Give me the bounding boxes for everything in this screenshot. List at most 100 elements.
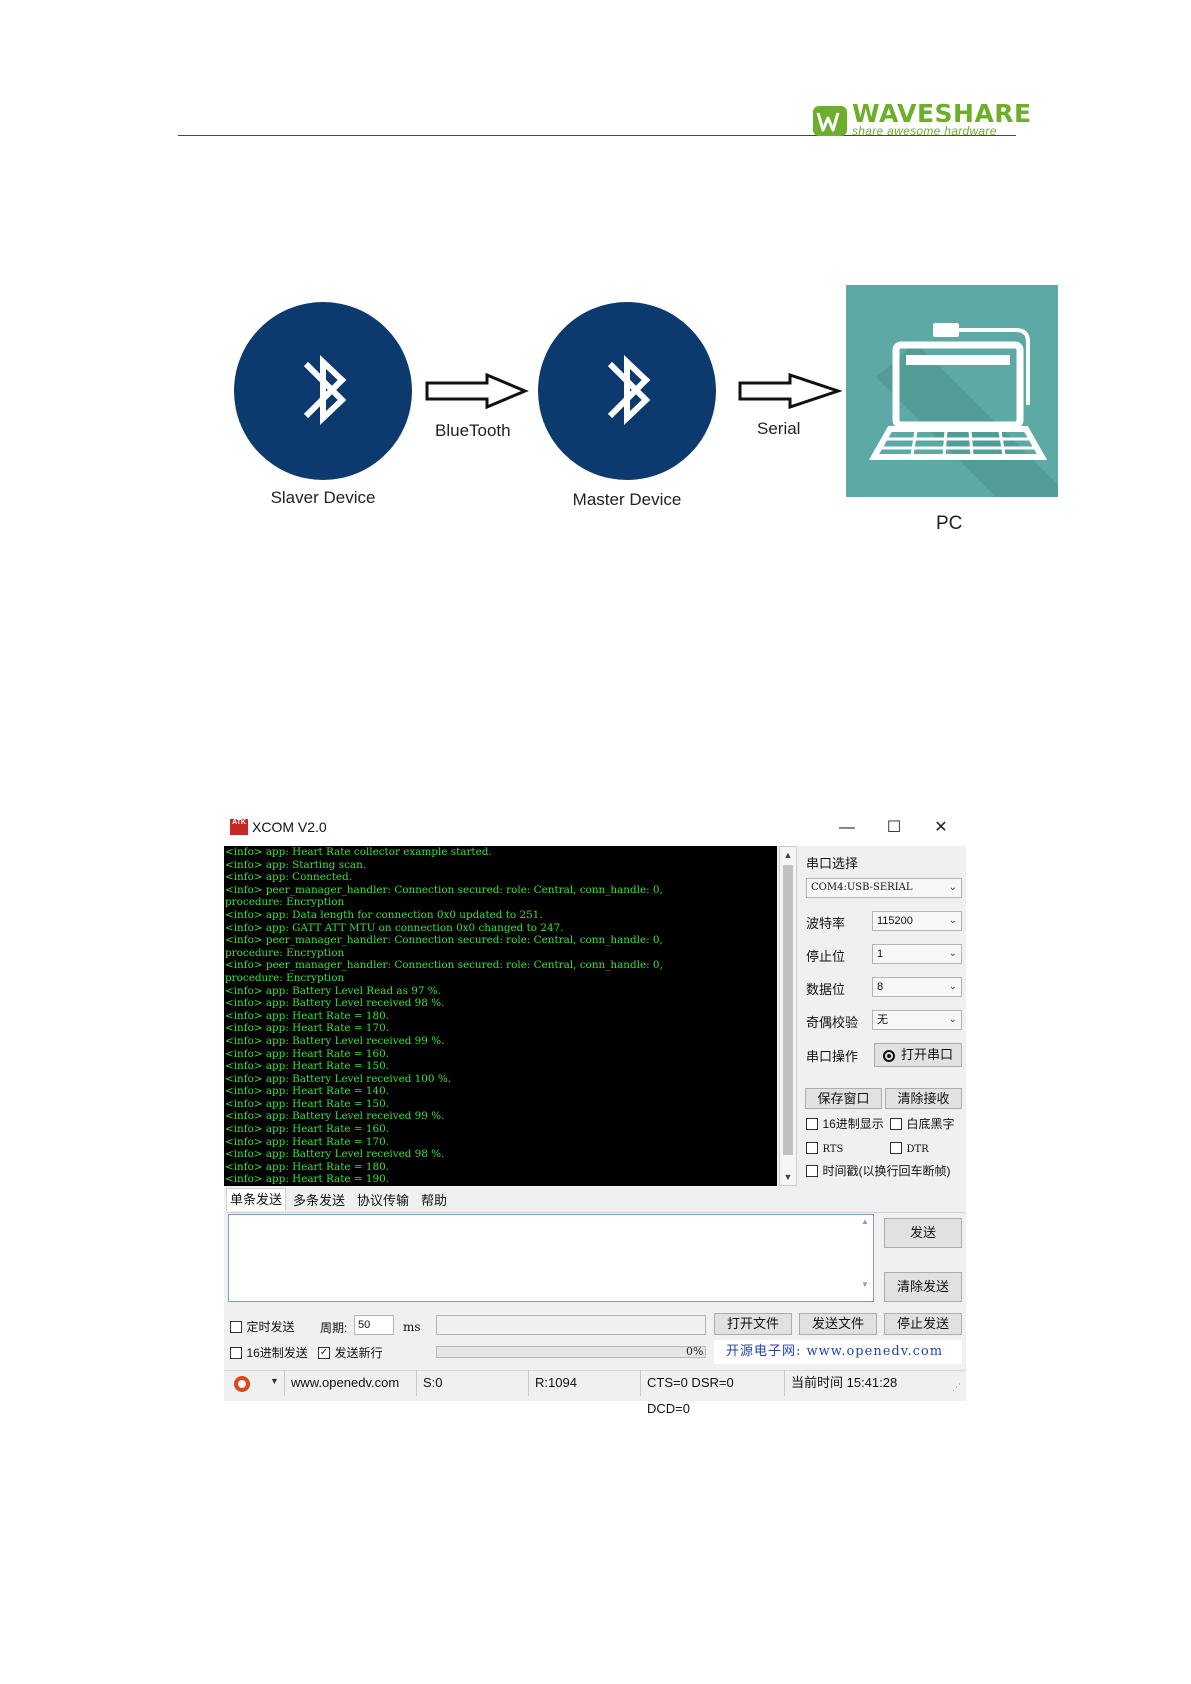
window-title: XCOM V2.0 xyxy=(252,819,327,835)
rts-option[interactable]: RTS xyxy=(806,1139,843,1157)
status-signals: CTS=0 DSR=0 DCD=0 xyxy=(640,1370,780,1416)
chevron-down-icon: ⌄ xyxy=(948,915,957,926)
status-time: 当前时间 15:41:28 xyxy=(784,1370,954,1396)
checkbox-icon[interactable] xyxy=(890,1117,902,1130)
maximize-icon[interactable]: ☐ xyxy=(879,816,909,840)
port-select[interactable]: COM4:USB-SERIAL ⌄ xyxy=(806,878,962,898)
dropdown-arrow-icon[interactable]: ▼ xyxy=(270,1376,279,1386)
terminal-line: <info> app: Connected. xyxy=(225,871,352,884)
send-input[interactable]: ▲ ▼ xyxy=(228,1214,874,1302)
send-button[interactable]: 发送 xyxy=(884,1218,962,1248)
parity-label: 奇偶校验 xyxy=(806,1015,859,1030)
open-port-button[interactable]: 打开串口 xyxy=(874,1043,962,1067)
white-bg-option[interactable]: 白底黑字 xyxy=(890,1115,954,1133)
radio-icon xyxy=(882,1049,895,1062)
atom-logo-icon[interactable] xyxy=(234,1376,250,1392)
clear-receive-button[interactable]: 清除接收 xyxy=(885,1088,962,1109)
terminal-line: <info> app: Data length for connection 0… xyxy=(225,908,543,921)
dtr-option[interactable]: DTR xyxy=(890,1139,929,1157)
dtr-label: DTR xyxy=(906,1144,929,1155)
send-file-button[interactable]: 发送文件 xyxy=(799,1313,877,1335)
open-port-label: 打开串口 xyxy=(900,1047,953,1062)
terminal-line: procedure: Encryption xyxy=(225,896,345,909)
open-file-button[interactable]: 打开文件 xyxy=(714,1313,792,1335)
receive-terminal[interactable]: <info> app: Heart Rate collector example… xyxy=(224,846,777,1186)
chevron-down-icon: ⌄ xyxy=(948,882,957,893)
checkbox-icon[interactable] xyxy=(806,1141,818,1154)
terminal-line: <info> app: Heart Rate = 170. xyxy=(225,1135,390,1148)
status-url[interactable]: www.openedv.com xyxy=(284,1370,404,1396)
terminal-line: <info> app: Heart Rate = 190. xyxy=(225,1173,390,1186)
minimize-icon[interactable]: — xyxy=(832,816,862,840)
terminal-line: <info> app: Heart Rate = 140. xyxy=(225,1085,390,1098)
scrollbar-thumb[interactable] xyxy=(783,865,793,1155)
period-label: 周期: xyxy=(320,1321,348,1335)
save-window-button[interactable]: 保存窗口 xyxy=(805,1088,882,1109)
checkbox-icon[interactable] xyxy=(806,1117,818,1130)
checkbox-checked-icon[interactable]: ✓ xyxy=(318,1346,330,1359)
checkbox-icon[interactable] xyxy=(230,1346,242,1359)
terminal-line: <info> app: Heart Rate = 150. xyxy=(225,1097,390,1110)
clear-send-button[interactable]: 清除发送 xyxy=(884,1272,962,1302)
close-icon[interactable]: ✕ xyxy=(926,816,956,840)
resize-grip-icon[interactable]: ⋰ xyxy=(952,1382,961,1393)
period-input[interactable]: 50 xyxy=(354,1315,394,1335)
status-sent: S:0 xyxy=(416,1370,516,1396)
scroll-down-icon[interactable]: ▼ xyxy=(782,1170,794,1184)
send-scrollbar[interactable]: ▲ ▼ xyxy=(859,1217,871,1299)
serial-label: Serial xyxy=(757,419,801,438)
tab-protocol[interactable]: 协议传输 xyxy=(354,1190,412,1212)
port-select-value: COM4:USB-SERIAL xyxy=(811,882,913,893)
parity-select[interactable]: 无 ⌄ xyxy=(872,1010,962,1030)
terminal-line: <info> app: Battery Level Read as 97 %. xyxy=(225,984,441,997)
arrow-right-icon xyxy=(738,373,842,409)
terminal-scrollbar[interactable]: ▲ ▼ xyxy=(779,846,797,1186)
hex-display-label: 16进制显示 xyxy=(822,1117,884,1131)
port-op-label: 串口操作 xyxy=(806,1049,859,1064)
terminal-line: <info> app: Heart Rate = 180. xyxy=(225,1009,390,1022)
terminal-line: <info> app: Battery Level received 98 %. xyxy=(225,997,445,1010)
timed-send-label: 定时发送 xyxy=(246,1320,295,1334)
hex-send-label: 16进制发送 xyxy=(246,1346,308,1360)
status-received: R:1094 xyxy=(528,1370,632,1396)
timed-send-option[interactable]: 定时发送 xyxy=(230,1318,294,1336)
terminal-line: <info> app: Heart Rate collector example… xyxy=(225,846,492,858)
period-unit: ms xyxy=(403,1320,421,1334)
pc-node xyxy=(846,285,1058,497)
tab-multi-send[interactable]: 多条发送 xyxy=(290,1190,348,1212)
hex-display-option[interactable]: 16进制显示 xyxy=(806,1115,884,1133)
stop-bits-select[interactable]: 1 ⌄ xyxy=(872,944,962,964)
terminal-line: <info> peer_manager_handler: Connection … xyxy=(225,934,663,947)
data-bits-select[interactable]: 8 ⌄ xyxy=(872,977,962,997)
terminal-line: <info> app: GATT ATT MTU on connection 0… xyxy=(225,921,564,934)
terminal-line: <info> app: Heart Rate = 150. xyxy=(225,1060,390,1073)
scroll-up-icon[interactable]: ▲ xyxy=(782,848,794,862)
terminal-line: procedure: Encryption xyxy=(225,971,345,984)
rts-label: RTS xyxy=(822,1144,844,1155)
xcom-window: ATK XCOM V2.0 — ☐ ✕ <info> app: Heart Ra… xyxy=(224,810,966,1416)
chevron-down-icon: ⌄ xyxy=(948,948,957,959)
terminal-line: <info> app: Heart Rate = 160. xyxy=(225,1047,390,1060)
terminal-line: <info> app: Battery Level received 99 %. xyxy=(225,1110,445,1123)
baud-select[interactable]: 115200 ⌄ xyxy=(872,911,962,931)
terminal-line: <info> peer_manager_handler: Connection … xyxy=(225,959,663,972)
timestamp-option[interactable]: 时间戳(以换行回车断帧) xyxy=(806,1162,950,1180)
stop-send-button[interactable]: 停止发送 xyxy=(884,1313,962,1335)
checkbox-icon[interactable] xyxy=(806,1164,818,1177)
file-path-input[interactable] xyxy=(436,1315,706,1335)
tab-single-send[interactable]: 单条发送 xyxy=(226,1188,287,1211)
checkbox-icon[interactable] xyxy=(230,1320,242,1333)
terminal-line: <info> app: Heart Rate = 170. xyxy=(225,1022,390,1035)
white-bg-label: 白底黑字 xyxy=(906,1117,955,1131)
checkbox-icon[interactable] xyxy=(890,1141,902,1154)
tab-help[interactable]: 帮助 xyxy=(418,1190,450,1212)
hex-send-option[interactable]: 16进制发送 xyxy=(230,1344,308,1362)
chevron-down-icon: ⌄ xyxy=(948,981,957,992)
slaver-device-node xyxy=(234,302,412,480)
terminal-line: <info> peer_manager_handler: Connection … xyxy=(225,883,663,896)
logo-tagline: share awesome hardware xyxy=(852,124,997,138)
terminal-line: procedure: Encryption xyxy=(225,946,345,959)
send-newline-option[interactable]: ✓ 发送新行 xyxy=(318,1344,382,1362)
progress-text: 0% xyxy=(686,1345,704,1358)
promo-link[interactable]: 开源电子网: www.openedv.com xyxy=(714,1340,962,1364)
